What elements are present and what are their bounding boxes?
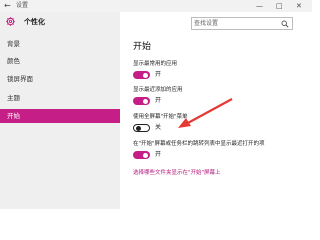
toggle-knob [143,98,148,104]
maximize-button[interactable]: □ [276,1,283,11]
gear-icon [6,17,15,26]
sidebar-item-label: 背景 [7,40,20,48]
toggle-state-recent-items: 开 [155,151,162,158]
sidebar-header-title: 个性化 [24,18,45,26]
sidebar-item-label: 锁屏界面 [7,75,33,83]
search-box [191,17,293,30]
sidebar-header: 个性化 [0,12,120,32]
choose-folders-link[interactable]: 选择哪些文件夹显示在"开始"屏幕上 [133,170,221,177]
toggle-knob [135,125,141,131]
toggle-state-most-used: 开 [155,71,162,78]
sidebar-item-label: 主题 [7,94,20,102]
sidebar-item-background[interactable]: 背景 [0,37,120,51]
sidebar-item-lock-screen[interactable]: 锁屏界面 [0,72,120,86]
sidebar-item-label: 开始 [7,112,20,120]
setting-label-recently-added: 显示最近添加的应用 [133,87,183,93]
toggle-state-full-screen-start: 关 [155,124,162,131]
minimize-button[interactable]: — [256,1,263,11]
toggle-knob [143,72,148,78]
toggle-recent-items[interactable] [133,151,150,159]
toggle-recently-added[interactable] [133,97,150,105]
sidebar: 个性化 背景 颜色 锁屏界面 主题 开始 [0,12,120,209]
search-icon[interactable] [281,20,289,28]
title-bar: ← 设置 — □ ✕ [0,0,312,12]
sidebar-item-label: 颜色 [7,57,20,65]
sidebar-item-start[interactable]: 开始 [0,109,120,123]
sidebar-item-colors[interactable]: 颜色 [0,54,120,68]
setting-label-most-used: 显示最常用的应用 [133,61,178,67]
setting-label-full-screen-start: 使用全屏幕"开始"菜单 [133,114,188,120]
toggle-knob [143,152,148,158]
window-title: 设置 [16,2,29,9]
page-title: 开始 [133,42,152,52]
sidebar-item-themes[interactable]: 主题 [0,91,120,105]
close-button[interactable]: ✕ [296,1,302,11]
search-input[interactable] [194,18,276,29]
toggle-full-screen-start[interactable] [133,124,150,132]
setting-label-recent-items: 在"开始"屏幕或任务栏的跳转列表中显示最近打开的项 [133,141,265,147]
toggle-state-recently-added: 开 [155,97,162,104]
toggle-most-used[interactable] [133,71,150,79]
back-arrow-icon[interactable]: ← [4,1,11,11]
settings-window: ← 设置 — □ ✕ 个性化 背景 颜色 锁屏界面 主题 开始 查找设置 开始 … [0,0,312,209]
